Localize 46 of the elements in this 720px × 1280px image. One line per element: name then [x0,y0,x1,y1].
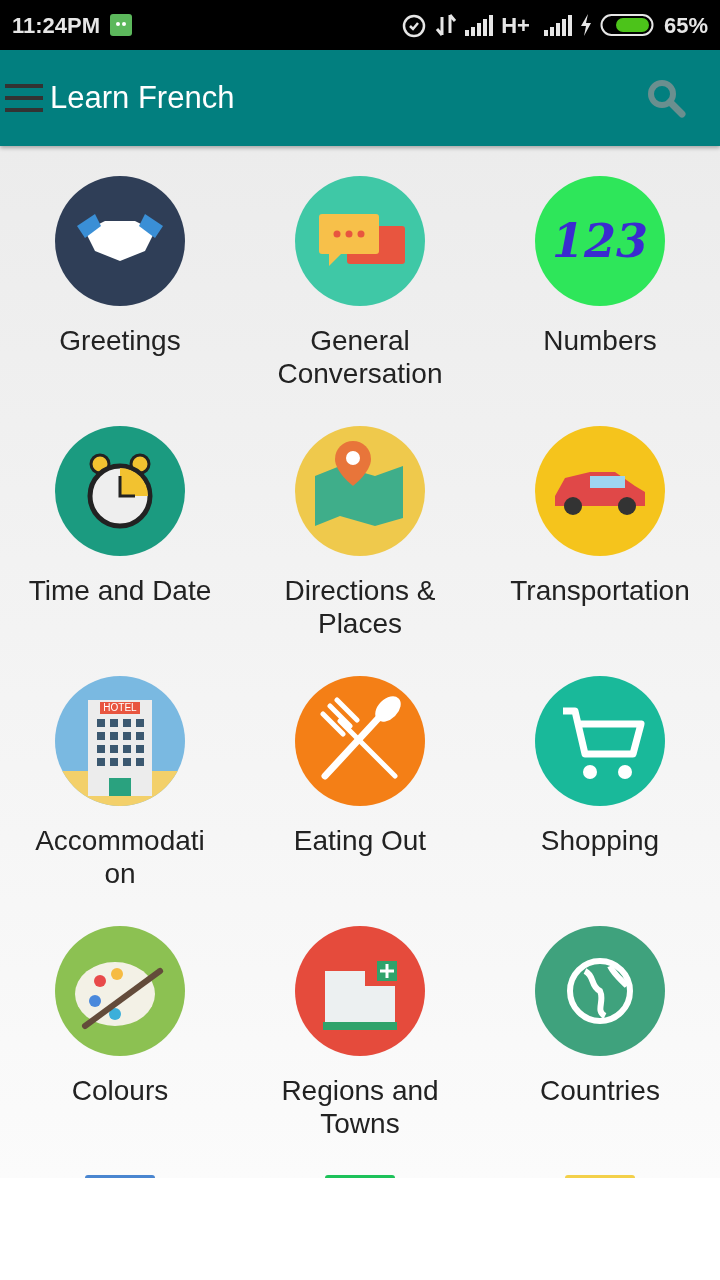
numbers-icon: 123 [535,176,665,306]
network-type: H+ [501,11,530,40]
category-tile[interactable]: Transportation [480,396,720,646]
category-tile[interactable]: Eating Out [240,646,480,896]
category-tile[interactable]: Time and Date [0,396,240,646]
category-tile[interactable]: Colours [0,896,240,1146]
category-tile[interactable]: General Conversation [240,146,480,396]
category-label: Accommodati on [35,824,205,890]
category-tile[interactable]: Greetings [0,146,240,396]
category-label: Eating Out [293,824,427,857]
car-icon [535,426,665,556]
category-tile[interactable]: Regions and Towns [240,896,480,1146]
globe-icon [535,926,665,1056]
fork-and-spoon-icon [295,676,425,806]
app-title: Learn French [50,78,235,117]
category-label: Colours [71,1074,169,1107]
charging-bolt-icon [579,14,592,36]
category-tile[interactable]: Shopping [480,646,720,896]
alarm-clock-icon [55,426,185,556]
shopping-cart-icon [535,676,665,806]
category-label: Numbers [543,324,657,357]
category-tile[interactable]: Directions & Places [240,396,480,646]
category-label: Shopping [540,824,660,857]
chat-bubbles-icon [295,176,425,306]
category-tile[interactable]: HOTEL Accommodati on [0,646,240,896]
menu-icon[interactable] [5,84,43,112]
category-tile[interactable]: Countries [480,896,720,1146]
category-label: General Conversation [277,324,443,390]
signal-icon [543,14,572,36]
battery-percentage: 65% [663,11,708,40]
category-label: Countries [540,1074,660,1107]
category-label: Transportation [510,574,690,607]
category-label: Regions and Towns [281,1074,439,1140]
map-pin-icon [295,426,425,556]
battery-icon [599,13,656,37]
category-label: Greetings [59,324,181,357]
category-tile[interactable]: 123 Numbers [480,146,720,396]
paint-palette-icon [55,926,185,1056]
city-buildings-icon [295,926,425,1056]
status-time: 11:24PM [12,11,101,40]
hotel-icon: HOTEL [55,676,185,806]
category-label: Time and Date [28,574,212,607]
category-label: Directions & Places [284,574,436,640]
signal-icon [465,14,494,36]
data-arrows-icon [435,13,458,37]
android-notification-icon [110,14,133,36]
